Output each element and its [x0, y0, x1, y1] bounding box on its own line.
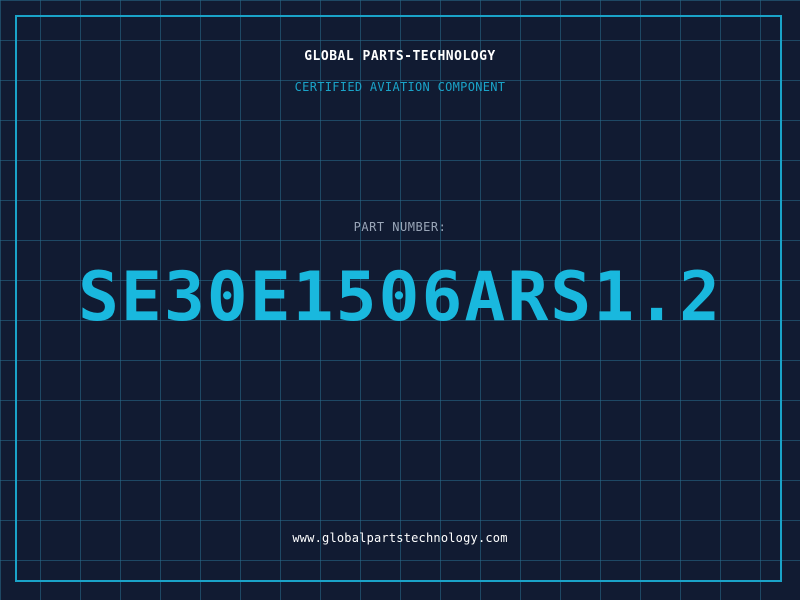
part-number-value: SE30E1506ARS1.2	[77, 258, 723, 337]
certification-subtitle: CERTIFIED AVIATION COMPONENT	[294, 80, 506, 94]
part-number-label: PART NUMBER:	[353, 220, 447, 234]
company-name: GLOBAL PARTS-TECHNOLOGY	[304, 49, 496, 64]
website-url[interactable]: www.globalpartstechnology.com	[0, 531, 800, 545]
